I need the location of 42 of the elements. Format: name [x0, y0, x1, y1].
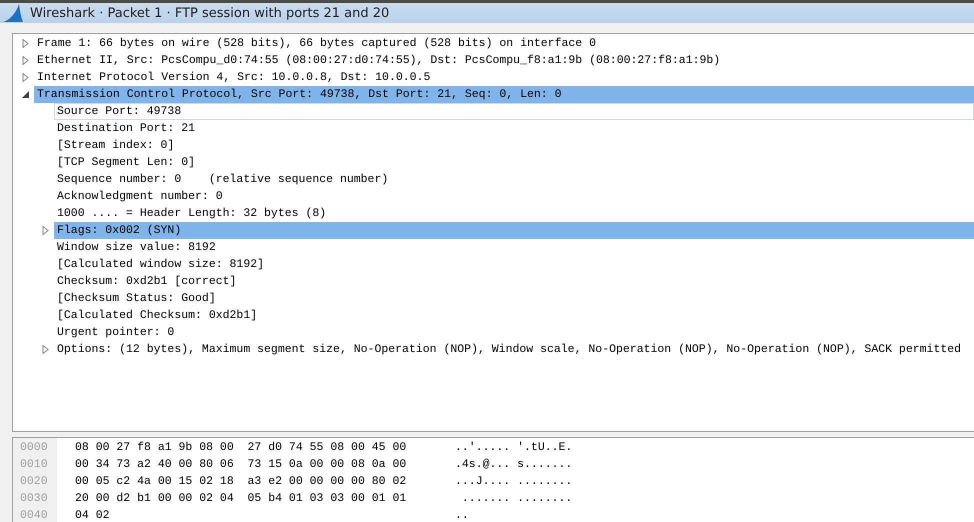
hex-bytes: 00 05 c2 4a 00 15 02 18 a3 e2 00 00 00 00 80 02 — [75, 475, 408, 490]
hex-bytes: 08 00 27 f8 a1 9b 08 00 27 d0 74 55 08 00 45 00 — [75, 441, 408, 456]
hex-offset: 0010 — [19, 458, 49, 473]
ascii-text: ....... ........ — [460, 492, 572, 507]
expand-arrow-icon[interactable] — [21, 56, 30, 65]
tree-item[interactable]: Acknowledgment number: 0 — [54, 188, 974, 205]
tree-item[interactable]: [Calculated Checksum: 0xd2b1] — [54, 307, 974, 324]
hex-offset: 0000 — [19, 441, 49, 456]
ascii-text: ..'..... '.tU..E. — [455, 441, 572, 456]
tree-item[interactable]: Checksum: 0xd2b1 [correct] — [54, 273, 974, 290]
ascii-text: .4s.@... s....... — [455, 458, 572, 473]
expand-arrow-icon[interactable] — [21, 73, 30, 82]
hex-offset: 0030 — [19, 492, 49, 507]
tree-item[interactable]: Frame 1: 66 bytes on wire (528 bits), 66 bytes captured (528 bits) on interface 0 — [34, 35, 974, 52]
tree-item[interactable]: 1000 .... = Header Length: 32 bytes (8) — [54, 205, 974, 222]
hex-offset: 0020 — [19, 475, 49, 490]
tree-item[interactable]: Flags: 0x002 (SYN) — [54, 222, 974, 239]
tree-item[interactable]: Internet Protocol Version 4, Src: 10.0.0.8, Dst: 10.0.0.5 — [34, 69, 974, 86]
tree-item[interactable]: Source Port: 49738 — [54, 103, 974, 120]
hex-bytes: 04 02 — [75, 509, 111, 522]
tree-item[interactable]: Urgent pointer: 0 — [54, 324, 974, 341]
tree-item[interactable]: [Stream index: 0] — [54, 137, 974, 154]
expand-arrow-icon[interactable] — [41, 226, 50, 235]
tree-item[interactable]: Destination Port: 21 — [54, 120, 974, 137]
window-title: Wireshark · Packet 1 · FTP session with ports 21 and 20 — [30, 6, 390, 20]
tree-item[interactable]: Transmission Control Protocol, Src Port: 49738, Dst Port: 21, Seq: 0, Len: 0 — [34, 86, 974, 103]
shark-fin-icon — [2, 3, 24, 23]
tree-item[interactable]: Window size value: 8192 — [54, 239, 974, 256]
tree-item[interactable]: [Calculated window size: 8192] — [54, 256, 974, 273]
collapse-arrow-icon[interactable] — [21, 90, 30, 99]
tree-item[interactable]: Sequence number: 0 (relative sequence number) — [54, 171, 974, 188]
ascii-text: .. — [455, 509, 469, 522]
tree-item[interactable]: [Checksum Status: Good] — [54, 290, 974, 307]
hex-offset: 0040 — [19, 509, 49, 522]
hex-bytes: 00 34 73 a2 40 00 80 06 73 15 0a 00 00 08 0a 00 — [75, 458, 408, 473]
tree-item[interactable]: Ethernet II, Src: PcsCompu_d0:74:55 (08:00:27:d0:74:55), Dst: PcsCompu_f8:a1:9b (08:00:27:f8:a1:9b) — [34, 52, 974, 69]
expand-arrow-icon[interactable] — [41, 345, 50, 354]
tree-item[interactable]: [TCP Segment Len: 0] — [54, 154, 974, 171]
hex-bytes: 20 00 d2 b1 00 00 02 04 05 b4 01 03 03 00 01 01 — [75, 492, 408, 507]
expand-arrow-icon[interactable] — [21, 39, 30, 48]
tree-item[interactable]: Options: (12 bytes), Maximum segment size, No-Operation (NOP), Window scale, No-Operation (NOP), No-Operation (NOP), SACK permitted — [54, 341, 974, 358]
ascii-text: ...J.... ........ — [455, 475, 572, 490]
